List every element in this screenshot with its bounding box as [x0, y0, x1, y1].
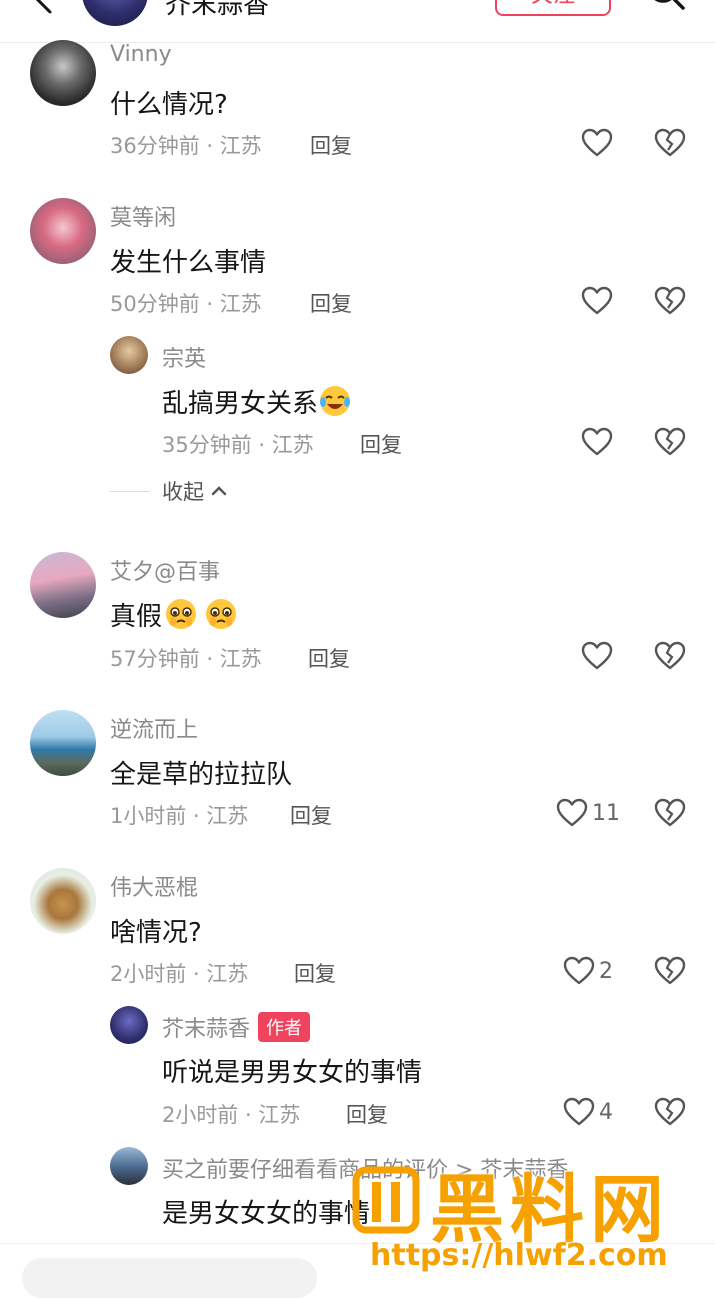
- comment-meta: 57分钟前 · 江苏: [110, 647, 262, 671]
- like-button[interactable]: 11: [556, 796, 620, 830]
- author-badge: 作者: [258, 1012, 311, 1042]
- comment-meta: 2小时前 · 江苏: [162, 1103, 301, 1127]
- like-button[interactable]: [581, 425, 613, 459]
- heart-outline-icon: [556, 798, 588, 827]
- comment-username[interactable]: 宗英: [162, 341, 206, 373]
- divider: [110, 490, 150, 492]
- comment-username[interactable]: 艾夕@百事: [110, 554, 220, 586]
- avatar[interactable]: [30, 198, 96, 264]
- follow-button[interactable]: 关注: [495, 0, 611, 16]
- chevron-up-icon: [211, 486, 227, 496]
- search-icon[interactable]: [646, 0, 686, 16]
- heart-outline-icon: [581, 641, 613, 670]
- account-avatar[interactable]: [82, 0, 148, 26]
- reply-button[interactable]: 回复: [294, 958, 336, 988]
- broken-heart-icon[interactable]: [654, 128, 686, 158]
- broken-heart-icon[interactable]: [654, 427, 686, 457]
- heart-outline-icon: [581, 128, 613, 157]
- avatar[interactable]: [110, 1006, 148, 1044]
- comment-meta: 36分钟前 · 江苏: [110, 134, 262, 158]
- comment-text: 听说是男男女女的事情: [162, 1058, 423, 1088]
- comment-text-content: 乱搞男女关系: [162, 389, 319, 419]
- comment-username[interactable]: Vinny: [110, 42, 172, 67]
- top-bar: 芥末蒜香 关注: [0, 0, 715, 43]
- avatar[interactable]: [110, 1147, 148, 1185]
- like-count: 2: [599, 958, 613, 984]
- broken-heart-icon[interactable]: [654, 956, 686, 986]
- username-text: 芥末蒜香: [162, 1017, 251, 1042]
- avatar[interactable]: [110, 336, 148, 374]
- pleading-face-emoji-icon: [166, 599, 197, 629]
- collapse-replies-button[interactable]: 收起: [110, 476, 228, 506]
- reply-button[interactable]: 回复: [308, 643, 350, 673]
- comment-text: 乱搞男女关系: [162, 383, 352, 420]
- comment-text: 什么情况?: [110, 90, 228, 120]
- reply-button[interactable]: 回复: [310, 130, 352, 160]
- crying-laughing-emoji-icon: [320, 386, 351, 416]
- reply-button[interactable]: 回复: [346, 1099, 388, 1129]
- collapse-label: 收起: [162, 480, 204, 504]
- comment-username[interactable]: 莫等闲: [110, 200, 176, 232]
- comment-text: 啥情况?: [110, 918, 202, 948]
- avatar[interactable]: [30, 710, 96, 776]
- reply-button[interactable]: 回复: [310, 288, 352, 318]
- comment-meta: 50分钟前 · 江苏: [110, 292, 262, 316]
- like-button[interactable]: [581, 639, 613, 673]
- broken-heart-icon[interactable]: [654, 1097, 686, 1127]
- broken-heart-icon[interactable]: [654, 798, 686, 828]
- comment-text-content: 真假: [110, 602, 163, 632]
- heart-outline-icon: [581, 286, 613, 315]
- like-count: 11: [592, 800, 620, 826]
- comment-meta: 1小时前 · 江苏: [110, 804, 249, 828]
- comment-username[interactable]: 买之前要仔细看看商品的评价 > 芥末蒜香: [162, 1152, 568, 1184]
- reply-button[interactable]: 回复: [360, 429, 402, 459]
- broken-heart-icon[interactable]: [654, 641, 686, 671]
- heart-outline-icon: [563, 956, 595, 985]
- account-name: 芥末蒜香: [165, 0, 270, 20]
- comment-username[interactable]: 芥末蒜香 作者: [162, 1011, 311, 1043]
- avatar[interactable]: [30, 868, 96, 934]
- like-button[interactable]: [581, 126, 613, 160]
- comment-username[interactable]: 逆流而上: [110, 712, 198, 744]
- comment-text: 全是草的拉拉队: [110, 760, 293, 790]
- avatar[interactable]: [30, 552, 96, 618]
- chevron-left-icon[interactable]: [30, 0, 60, 16]
- avatar[interactable]: [30, 40, 96, 106]
- reply-button[interactable]: 回复: [290, 800, 332, 830]
- comment-input[interactable]: [22, 1258, 317, 1298]
- comment-meta: 35分钟前 · 江苏: [162, 433, 314, 457]
- pleading-face-emoji-icon: [206, 599, 237, 629]
- comment-text: 发生什么事情: [110, 248, 267, 278]
- like-button[interactable]: 4: [563, 1095, 613, 1129]
- comment-username[interactable]: 伟大恶棍: [110, 870, 198, 902]
- like-button[interactable]: 2: [563, 954, 613, 988]
- comment-text: 是男女女女的事情: [162, 1199, 371, 1229]
- comment-text: 真假: [110, 596, 238, 633]
- heart-outline-icon: [581, 427, 613, 456]
- like-button[interactable]: [581, 284, 613, 318]
- heart-outline-icon: [563, 1097, 595, 1126]
- bottom-input-bar: [0, 1243, 715, 1298]
- broken-heart-icon[interactable]: [654, 286, 686, 316]
- comment-meta: 2小时前 · 江苏: [110, 962, 249, 986]
- like-count: 4: [599, 1099, 613, 1125]
